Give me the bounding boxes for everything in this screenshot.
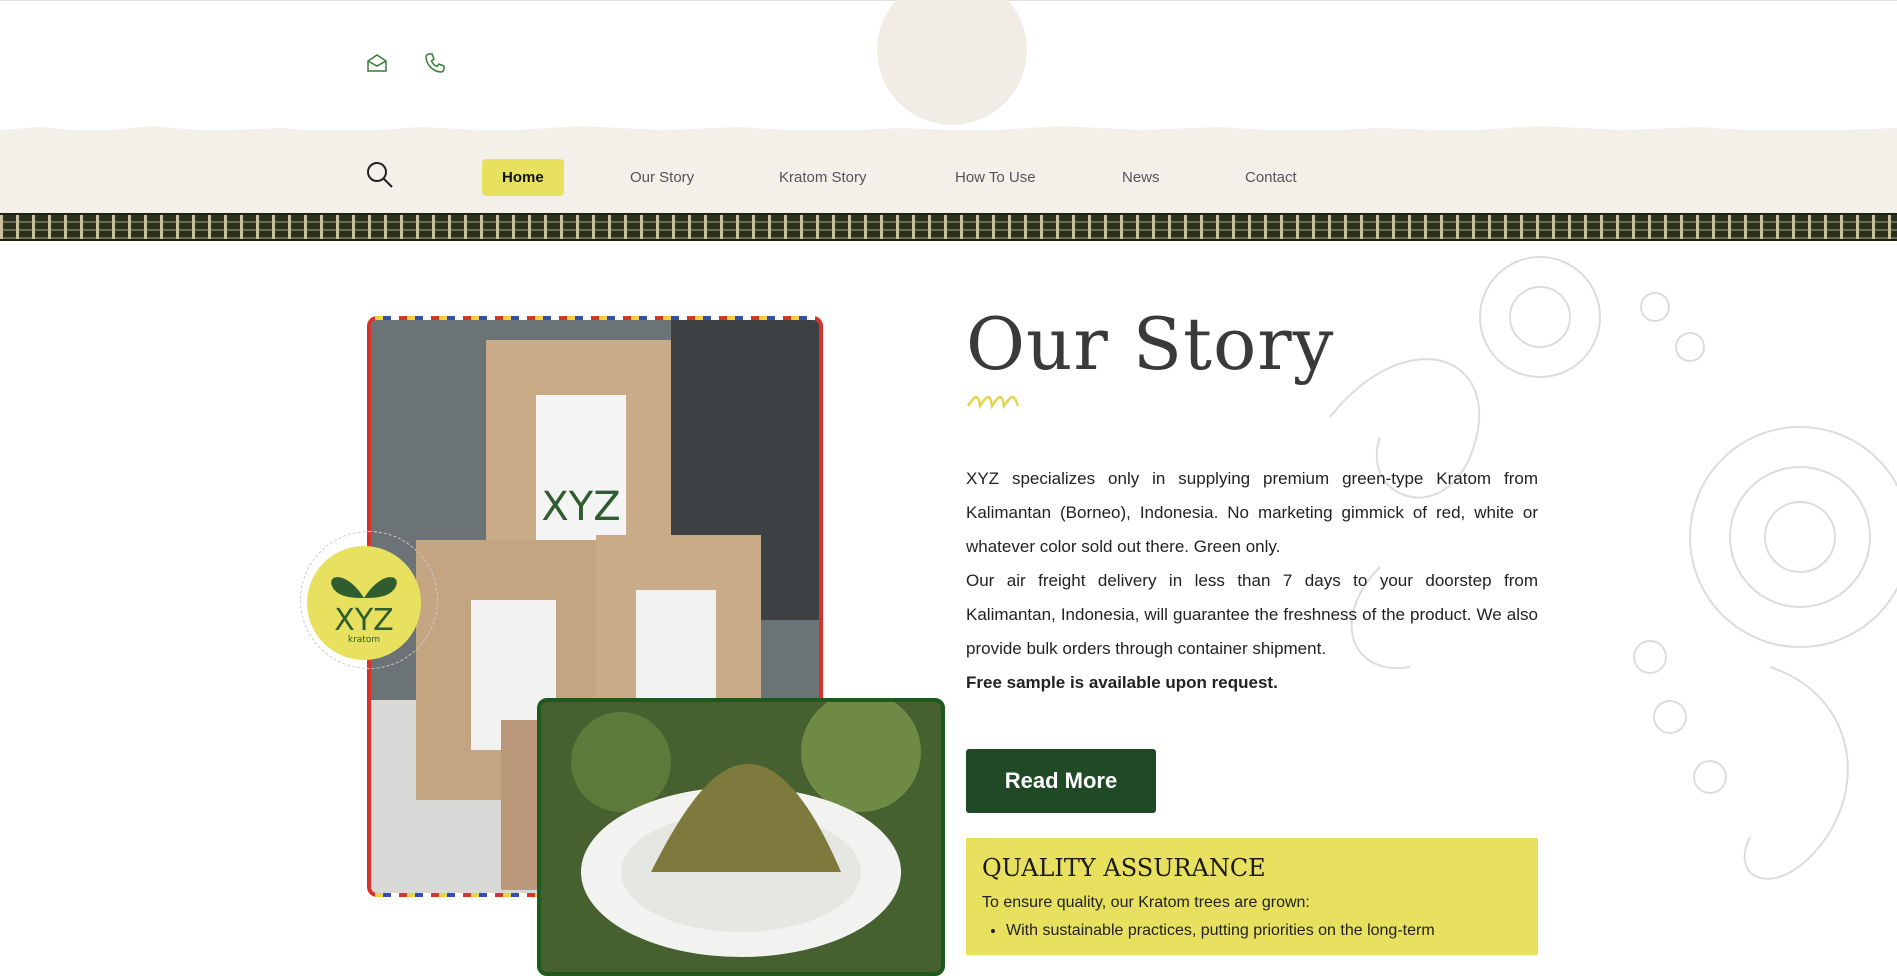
email-icon[interactable] bbox=[365, 51, 389, 75]
nav-wrap-contact: Contact bbox=[1245, 157, 1297, 197]
nav-wrap-how-to-use: How To Use bbox=[955, 157, 1036, 197]
kratom-powder-photo bbox=[537, 698, 945, 976]
brand-logo-badge: XYZ kratom bbox=[307, 546, 421, 660]
list-item: With sustainable practices, putting prio… bbox=[1006, 922, 1522, 940]
logo-sub: kratom bbox=[348, 635, 380, 645]
nav-news[interactable]: News bbox=[1122, 169, 1160, 186]
qa-list: With sustainable practices, putting prio… bbox=[982, 922, 1522, 940]
nav-band bbox=[0, 130, 1897, 213]
nav-wrap-kratom-story: Kratom Story bbox=[779, 157, 867, 197]
story-paragraph-1: XYZ specializes only in supplying premiu… bbox=[966, 469, 1538, 556]
story-paragraph-3: Free sample is available upon request. bbox=[966, 673, 1278, 692]
nav-wrap-our-story: Our Story bbox=[630, 157, 694, 197]
logo-brand: XYZ bbox=[334, 603, 393, 638]
nav-our-story[interactable]: Our Story bbox=[630, 169, 694, 186]
page-title: Our Story bbox=[966, 302, 1335, 386]
main-nav: Home bbox=[482, 157, 564, 197]
nav-kratom-story[interactable]: Kratom Story bbox=[779, 169, 867, 186]
search-icon[interactable] bbox=[365, 160, 395, 190]
leaf-icon: XYZ kratom bbox=[331, 577, 397, 645]
phone-icon[interactable] bbox=[423, 51, 447, 75]
nav-how-to-use[interactable]: How To Use bbox=[955, 169, 1036, 186]
qa-title: QUALITY ASSURANCE bbox=[982, 854, 1266, 882]
powder-illustration bbox=[541, 702, 941, 972]
story-paragraph-2: Our air freight delivery in less than 7 … bbox=[966, 571, 1538, 658]
story-body: XYZ specializes only in supplying premiu… bbox=[966, 462, 1538, 700]
nav-wrap-news: News bbox=[1122, 157, 1160, 197]
read-more-button[interactable]: Read More bbox=[966, 749, 1156, 813]
nav-home[interactable]: Home bbox=[482, 158, 564, 196]
torn-paper-edge bbox=[0, 126, 1897, 142]
qa-intro: To ensure quality, our Kratom trees are … bbox=[982, 894, 1310, 911]
quality-assurance-box: QUALITY ASSURANCE To ensure quality, our… bbox=[966, 838, 1538, 955]
svg-text:XYZ: XYZ bbox=[541, 484, 620, 530]
nav-contact[interactable]: Contact bbox=[1245, 169, 1297, 186]
squiggle-divider bbox=[966, 395, 1020, 410]
